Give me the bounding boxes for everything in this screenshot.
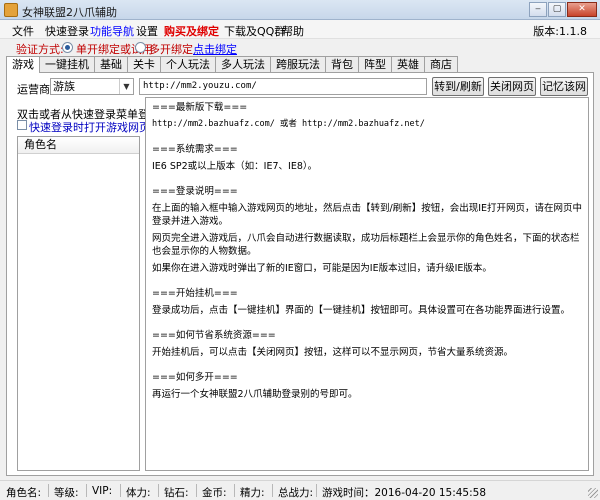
window-title: 女神联盟2八爪辅助 bbox=[22, 6, 117, 19]
tab-cross-server[interactable]: 跨服玩法 bbox=[270, 56, 326, 72]
refresh-button[interactable]: 转到/刷新 bbox=[432, 77, 484, 96]
verify-row: 验证方式: 单开绑定或试用 多开绑定 点击绑定 bbox=[0, 39, 600, 56]
resize-grip-icon[interactable] bbox=[588, 488, 598, 498]
close-button[interactable]: ✕ bbox=[567, 2, 597, 17]
menu-settings[interactable]: 设置 bbox=[136, 23, 158, 39]
menu-bar: 文件 快速登录 功能导航 设置 购买及绑定 下载及QQ群 帮助 版本:1.1.8 bbox=[0, 20, 600, 39]
tab-shop[interactable]: 商店 bbox=[424, 56, 458, 72]
menu-nav[interactable]: 功能导航 bbox=[90, 23, 134, 39]
window-controls: ‒ ▢ ✕ bbox=[529, 2, 597, 17]
menu-file[interactable]: 文件 bbox=[12, 23, 34, 39]
tab-auto-idle[interactable]: 一键挂机 bbox=[39, 56, 95, 72]
single-bind-radio[interactable] bbox=[62, 42, 73, 53]
status-energy: 精力: bbox=[240, 487, 265, 499]
tab-solo[interactable]: 个人玩法 bbox=[160, 56, 216, 72]
quick-login-label[interactable]: 快速登录时打开游戏网页 bbox=[29, 119, 150, 135]
section-heading: ===如何多开=== bbox=[152, 372, 238, 383]
quick-login-checkbox[interactable] bbox=[17, 120, 27, 130]
status-diamond: 钻石: bbox=[164, 487, 189, 499]
login-text: 网页完全进入游戏后，八爪会自动进行数据读取，成功后标题栏上会显示你的角色姓名，下… bbox=[152, 233, 580, 257]
app-icon bbox=[4, 3, 18, 17]
menu-download[interactable]: 下载及QQ群 bbox=[224, 23, 285, 39]
verify-label: 验证方式: bbox=[16, 43, 64, 56]
minimize-button[interactable]: ‒ bbox=[529, 2, 547, 17]
download-urls: http://mm2.bazhuafz.com/ 或者 http://mm2.b… bbox=[152, 119, 425, 129]
status-stamina: 体力: bbox=[126, 487, 151, 499]
tab-bar: 游戏 一键挂机 基础 关卡 个人玩法 多人玩法 跨服玩法 背包 阵型 英雄 商店 bbox=[6, 56, 458, 73]
section-heading: ===登录说明=== bbox=[152, 186, 238, 197]
multi-bind-radio[interactable] bbox=[135, 42, 146, 53]
section-heading: ===最新版下载=== bbox=[152, 102, 248, 113]
tab-game[interactable]: 游戏 bbox=[6, 56, 40, 73]
bind-link[interactable]: 点击绑定 bbox=[193, 41, 237, 57]
tab-formation[interactable]: 阵型 bbox=[358, 56, 392, 72]
login-text: 在上面的输入框中输入游戏网页的地址，然后点击【转到/刷新】按钮，会出现IE打开网… bbox=[152, 203, 583, 227]
menu-help[interactable]: 帮助 bbox=[282, 23, 304, 39]
status-game-time: 游戏时间：2016-04-20 15:45:58 bbox=[322, 487, 487, 499]
role-list-header[interactable]: 角色名 bbox=[18, 137, 139, 154]
tab-multi[interactable]: 多人玩法 bbox=[215, 56, 271, 72]
status-power: 总战力: bbox=[278, 487, 314, 499]
save-text: 开始挂机后，可以点击【关闭网页】按钮，这样可以不显示网页，节省大量系统资源。 bbox=[152, 347, 514, 358]
title-bar: 女神联盟2八爪辅助 ‒ ▢ ✕ bbox=[0, 0, 600, 20]
version-label: 版本:1.1.8 bbox=[533, 25, 587, 38]
role-list[interactable]: 角色名 bbox=[17, 136, 140, 471]
chevron-down-icon[interactable]: ▼ bbox=[119, 79, 133, 94]
status-vip: VIP: bbox=[92, 485, 113, 497]
multi-text: 再运行一个女神联盟2八爪辅助登录别的号即可。 bbox=[152, 389, 358, 400]
requirement-text: IE6 SP2或以上版本（如：IE7、IE8）。 bbox=[152, 161, 318, 172]
info-box: ===最新版下载=== http://mm2.bazhuafz.com/ 或者 … bbox=[145, 97, 589, 471]
start-text: 登录成功后，点击【一键挂机】界面的【一键挂机】按钮即可。具体设置可在各功能界面进… bbox=[152, 305, 571, 316]
status-level: 等级: bbox=[54, 487, 79, 499]
section-heading: ===开始挂机=== bbox=[152, 288, 238, 299]
status-bar: 角色名: 等级: VIP: 体力: 钻石: 金币: 精力: 总战力: 游戏时间：… bbox=[0, 480, 600, 500]
tab-bag[interactable]: 背包 bbox=[325, 56, 359, 72]
tab-stage[interactable]: 关卡 bbox=[127, 56, 161, 72]
menu-buy[interactable]: 购买及绑定 bbox=[164, 23, 219, 39]
section-heading: ===如何节省系统资源=== bbox=[152, 330, 276, 341]
maximize-button[interactable]: ▢ bbox=[548, 2, 566, 17]
remember-url-button[interactable]: 记忆该网址 bbox=[540, 77, 588, 110]
multi-bind-label[interactable]: 多开绑定 bbox=[149, 41, 193, 57]
login-text: 如果你在进入游戏时弹出了新的IE窗口，可能是因为IE版本过旧，请升级IE版本。 bbox=[152, 263, 492, 274]
section-heading: ===系统需求=== bbox=[152, 144, 238, 155]
server-select[interactable]: 游族 ▼ bbox=[50, 78, 134, 95]
server-value: 游族 bbox=[53, 80, 75, 93]
game-panel: 运营商 游族 ▼ http://mm2.youzu.com/ 转到/刷新 关闭网… bbox=[6, 72, 594, 476]
menu-quick-login[interactable]: 快速登录 bbox=[45, 23, 89, 39]
tab-basic[interactable]: 基础 bbox=[94, 56, 128, 72]
status-gold: 金币: bbox=[202, 487, 227, 499]
status-role: 角色名: bbox=[6, 487, 42, 499]
url-input[interactable]: http://mm2.youzu.com/ bbox=[139, 78, 427, 95]
tab-heroes[interactable]: 英雄 bbox=[391, 56, 425, 72]
close-page-button[interactable]: 关闭网页 bbox=[488, 77, 536, 96]
server-label: 运营商 bbox=[17, 83, 50, 96]
